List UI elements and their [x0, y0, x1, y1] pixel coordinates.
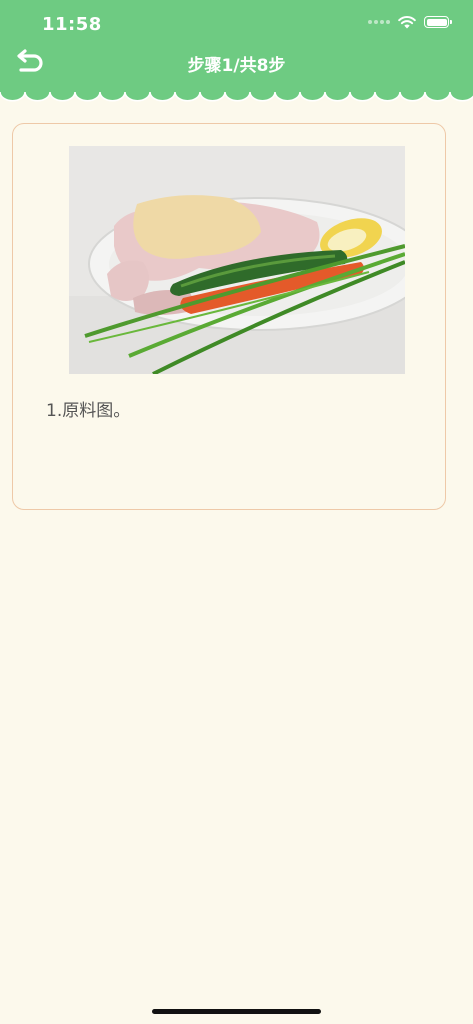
wifi-icon — [398, 16, 416, 29]
battery-icon — [424, 16, 452, 28]
home-indicator[interactable] — [152, 1009, 321, 1014]
step-description: 1.原料图。 — [46, 401, 131, 421]
recipe-step-screen: 11:58 步骤1/共8步 1.原料图。 — [0, 0, 473, 1024]
signal-icon — [368, 20, 390, 24]
status-time: 11:58 — [42, 14, 102, 35]
step-card: 1.原料图。 — [12, 123, 446, 510]
header-scallop-edge — [0, 88, 473, 102]
status-icons — [368, 15, 452, 29]
chicken-vegetables-photo — [69, 146, 405, 374]
header-bar: 11:58 步骤1/共8步 — [0, 0, 473, 92]
page-title: 步骤1/共8步 — [187, 56, 286, 76]
step-image — [69, 146, 405, 374]
